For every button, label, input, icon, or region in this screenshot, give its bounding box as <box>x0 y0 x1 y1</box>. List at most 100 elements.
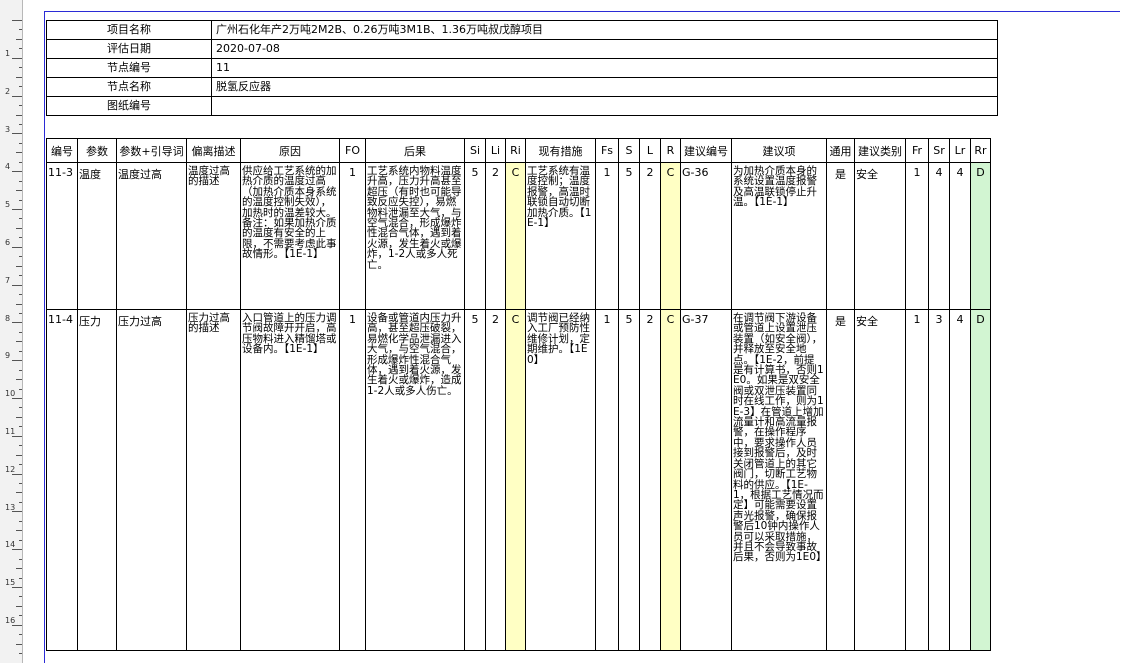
ruler-tick <box>19 521 22 522</box>
cell-cause: 入口管道上的压力调节阀故障开开启，高压物料进入精馏塔或设备内。【1E-1】 <box>240 309 340 651</box>
info-label: 评估日期 <box>46 39 212 59</box>
ruler-tick <box>19 426 22 427</box>
header-cell: Si <box>464 138 486 163</box>
info-row-node-name: 节点名称 脱氢反应器 <box>46 77 998 97</box>
cell-li: 2 <box>485 162 506 310</box>
ruler-tick <box>12 247 22 248</box>
cell-rec-no: G-37 <box>680 309 732 651</box>
cell-deviation: 温度过高的描述 <box>186 162 241 310</box>
ruler-tick <box>16 266 22 267</box>
header-cell: 通用 <box>826 138 855 163</box>
table-row: 11-4 压力 压力过高 压力过高的描述 入口管道上的压力调节阀故障开开启，高压… <box>46 309 991 651</box>
ruler-tick <box>12 625 22 626</box>
cell-fo: 1 <box>339 309 366 651</box>
cell-recommendation: 为加热介质本身的系统设置温度报警及高温联锁停止升温。【1E-1】 <box>731 162 827 310</box>
ruler-tick <box>16 115 22 116</box>
ruler-number: 13 <box>5 503 16 512</box>
ruler-tick <box>12 209 22 210</box>
cell-fs: 1 <box>595 309 619 651</box>
ruler-tick <box>16 417 22 418</box>
ruler-tick <box>12 474 22 475</box>
ruler-tick <box>19 653 22 654</box>
header-cell: R <box>660 138 681 163</box>
ruler-number: 12 <box>5 465 16 474</box>
ruler-number: 1 <box>5 49 11 58</box>
cell-lr: 4 <box>949 162 971 310</box>
header-cell: 现有措施 <box>525 138 596 163</box>
hazop-table: 编号 参数 参数+引导词 偏离描述 原因 FO 后果 Si Li Ri 现有措施… <box>46 138 991 651</box>
info-label: 节点编号 <box>46 58 212 78</box>
ruler-tick <box>19 86 22 87</box>
info-label: 图纸编号 <box>46 96 212 116</box>
ruler-tick <box>12 171 22 172</box>
cell-li: 2 <box>485 309 506 651</box>
ruler-tick <box>16 530 22 531</box>
cell-ri: C <box>505 162 526 310</box>
table-row: 11-3 温度 温度过高 温度过高的描述 供应给工艺系统的加热介质的温度过高（加… <box>46 162 991 310</box>
ruler-tick <box>19 313 22 314</box>
ruler-tick <box>19 464 22 465</box>
ruler-tick <box>19 596 22 597</box>
header-cell: L <box>639 138 661 163</box>
ruler-tick <box>19 615 22 616</box>
cell-fo: 1 <box>339 162 366 310</box>
ruler-number: 2 <box>5 87 11 96</box>
header-cell: Li <box>485 138 506 163</box>
info-value: 11 <box>211 58 998 78</box>
ruler-tick <box>16 77 22 78</box>
ruler-number: 7 <box>5 276 11 285</box>
cell-s: 5 <box>618 162 640 310</box>
cell-measures: 调节阀已经纳入工厂预防性维修计划，定期维护。【1E0】 <box>525 309 596 651</box>
ruler-tick <box>19 48 22 49</box>
cell-lr: 4 <box>949 309 971 651</box>
cell-category: 安全 <box>854 162 906 310</box>
cell-id: 11-3 <box>46 162 78 310</box>
cell-guide: 温度过高 <box>116 162 187 310</box>
cell-l: 2 <box>639 309 661 651</box>
ruler-tick <box>12 20 22 21</box>
cell-r: C <box>660 162 681 310</box>
ruler-tick <box>19 124 22 125</box>
ruler-tick <box>19 200 22 201</box>
ruler-tick <box>12 549 22 550</box>
header-cell: 后果 <box>365 138 465 163</box>
cell-deviation: 压力过高的描述 <box>186 309 241 651</box>
ruler-tick <box>19 237 22 238</box>
cell-cause: 供应给工艺系统的加热介质的温度过高（加热介质本身系统的温度控制失效），加热时的温… <box>240 162 340 310</box>
header-cell: Fr <box>905 138 929 163</box>
ruler-number: 3 <box>5 125 11 134</box>
ruler-tick <box>19 502 22 503</box>
info-label: 项目名称 <box>46 20 212 40</box>
header-cell: 参数+引导词 <box>116 138 187 163</box>
ruler-number: 11 <box>5 427 16 436</box>
cell-general: 是 <box>826 162 855 310</box>
ruler-tick <box>16 304 22 305</box>
ruler-tick <box>19 29 22 30</box>
ruler-tick <box>19 294 22 295</box>
cell-consequence: 工艺系统内物料温度升高，压力升高甚至超压（有时也可能导致反应失控），易燃物料泄漏… <box>365 162 465 310</box>
cell-fs: 1 <box>595 162 619 310</box>
ruler-tick <box>16 152 22 153</box>
ruler-tick <box>16 455 22 456</box>
ruler-tick <box>19 407 22 408</box>
vertical-ruler: 1 2 3 4 5 6 7 8 9 10 11 12 13 14 15 16 <box>0 0 23 663</box>
ruler-tick <box>19 256 22 257</box>
ruler-tick <box>19 445 22 446</box>
ruler-tick <box>16 492 22 493</box>
cell-consequence: 设备或管道内压力升高，甚至超压破裂，易燃化学品泄漏进入大气，与空气混合，形成爆炸… <box>365 309 465 651</box>
cell-s: 5 <box>618 309 640 651</box>
cell-rr: D <box>970 309 991 651</box>
cell-rec-no: G-36 <box>680 162 732 310</box>
info-value <box>211 96 998 116</box>
ruler-tick <box>16 568 22 569</box>
info-row-date: 评估日期 2020-07-08 <box>46 39 998 59</box>
ruler-tick <box>16 379 22 380</box>
info-row-project-name: 项目名称 广州石化年产2万吨2M2B、0.26万吨3M1B、1.36万吨叔戊醇项目 <box>46 20 998 40</box>
header-cell: Sr <box>928 138 950 163</box>
cell-sr: 4 <box>928 162 950 310</box>
ruler-tick <box>12 587 22 588</box>
ruler-number: 15 <box>5 578 16 587</box>
ruler-number: 4 <box>5 162 11 171</box>
ruler-tick <box>16 228 22 229</box>
header-cell: 建议类别 <box>854 138 906 163</box>
